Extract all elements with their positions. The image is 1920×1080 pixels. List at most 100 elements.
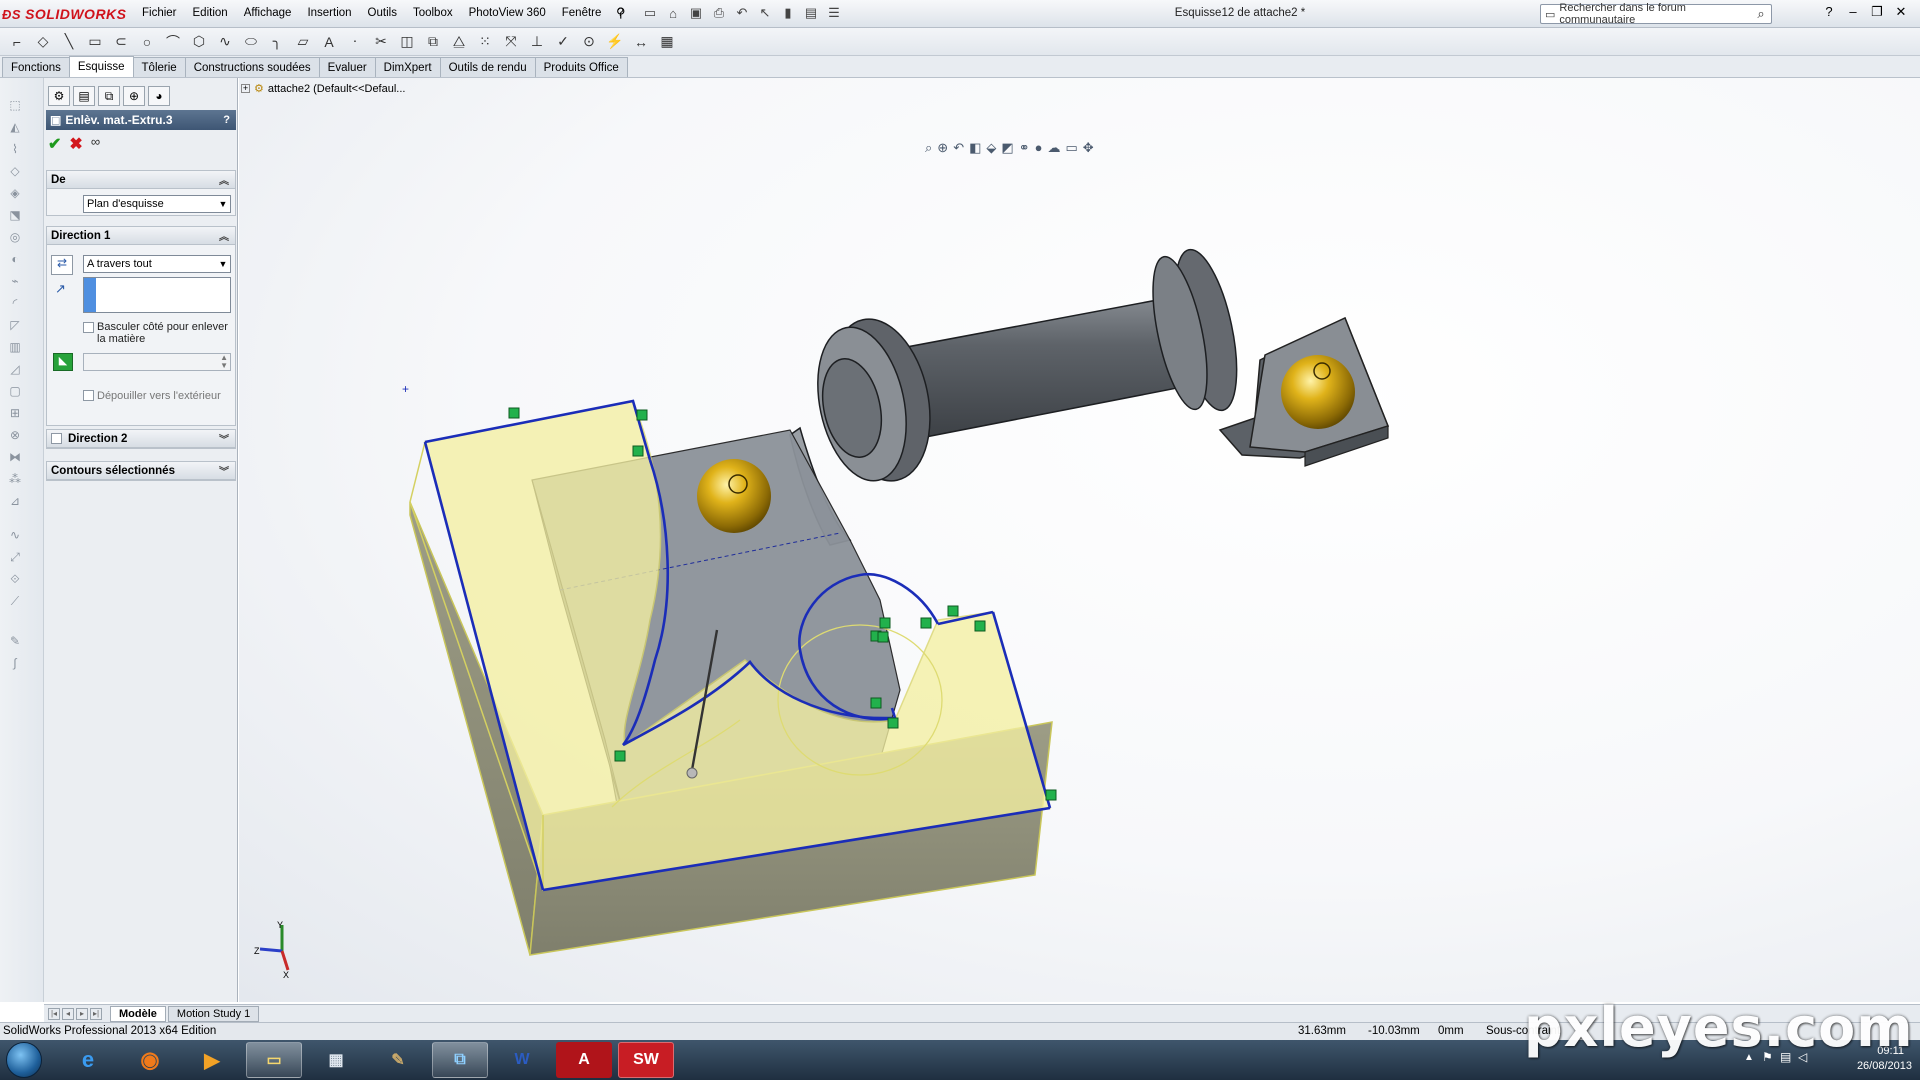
shell-icon[interactable]: ▢ — [6, 384, 24, 400]
offset-icon[interactable]: ⧉ — [422, 32, 444, 52]
sketch-icon[interactable]: ⌐ — [6, 32, 28, 52]
solidworks-taskbar-icon[interactable]: SW — [618, 1042, 674, 1078]
close-icon[interactable]: ✕ — [1892, 4, 1910, 20]
select-icon[interactable]: ↖ — [755, 4, 775, 22]
draft-angle-spinner[interactable]: ▲ ▼ — [83, 353, 231, 371]
split-line-icon[interactable]: ⟋ — [6, 594, 24, 610]
media-player-icon[interactable]: ▶ — [184, 1042, 240, 1078]
tab-motion-study[interactable]: Motion Study 1 — [167, 1005, 260, 1022]
ok-check-icon[interactable]: ✔ — [48, 134, 61, 154]
community-search-input[interactable]: ▭ Rechercher dans le forum communautaire… — [1540, 2, 1772, 26]
network-app-icon[interactable]: ⧉ — [432, 1042, 488, 1078]
pattern-icon[interactable]: ⁙ — [474, 32, 496, 52]
expand-chevron-icon[interactable]: ︾ — [219, 431, 229, 446]
tab-esquisse[interactable]: Esquisse — [68, 56, 134, 77]
revolved-cut-icon[interactable]: ◐ — [6, 252, 24, 268]
solidworks-logo[interactable]: ƉS SOLIDWORKS — [2, 3, 126, 25]
direction2-checkbox[interactable] — [51, 433, 62, 444]
from-group-header[interactable]: De ︽ — [47, 171, 235, 189]
spline-icon[interactable]: ∿ — [214, 32, 236, 52]
menu-fichier[interactable]: Fichier — [134, 5, 185, 21]
arc-icon[interactable]: ⌒ — [162, 32, 184, 52]
spline-tools-icon[interactable]: ∫ — [6, 656, 24, 672]
prev-tab-icon[interactable]: ◂ — [62, 1007, 74, 1020]
tab-outils-rendu[interactable]: Outils de rendu — [439, 57, 536, 77]
slot-icon[interactable]: ⊂ — [110, 32, 132, 52]
ellipse-icon[interactable]: ⬭ — [240, 32, 262, 52]
collapse-chevron-icon[interactable]: ︽ — [219, 228, 229, 243]
tab-modele[interactable]: Modèle — [110, 1005, 166, 1022]
save-icon[interactable]: ▣ — [686, 4, 706, 22]
spinner-arrows-icon[interactable]: ▲ ▼ — [220, 354, 228, 370]
rebuild-icon[interactable]: ▮ — [778, 4, 798, 22]
menu-toolbox[interactable]: Toolbox — [405, 5, 461, 21]
firefox-icon[interactable]: ◉ — [122, 1042, 178, 1078]
search-icon[interactable]: ⌕ — [1751, 6, 1771, 22]
expand-chevron-icon[interactable]: ︾ — [219, 463, 229, 478]
mirror-icon[interactable]: ⧋ — [448, 32, 470, 52]
rib-icon[interactable]: ▥ — [6, 340, 24, 356]
smart-dimension-icon[interactable]: ◇ — [32, 32, 54, 52]
convert-entities-icon[interactable]: ◫ — [396, 32, 418, 52]
model-viewport[interactable]: + — [239, 78, 1920, 1002]
plane-icon[interactable]: ▱ — [292, 32, 314, 52]
flip-side-checkbox[interactable] — [83, 322, 94, 333]
repair-sketch-icon[interactable]: ✓ — [552, 32, 574, 52]
display-manager-tab-icon[interactable]: ◕ — [148, 86, 170, 106]
end-condition-select[interactable]: A travers tout ▼ — [83, 255, 231, 273]
menu-fenetre[interactable]: Fenêtre — [554, 5, 610, 21]
move-entities-icon[interactable]: ⤧ — [500, 32, 522, 52]
file-properties-icon[interactable]: ▤ — [801, 4, 821, 22]
tab-dimxpert[interactable]: DimXpert — [374, 57, 441, 77]
property-manager-tab-icon[interactable]: ▤ — [73, 86, 95, 106]
sketch-tools-icon[interactable]: ✎ — [6, 634, 24, 650]
options-icon[interactable]: ☰ — [824, 4, 844, 22]
print-icon[interactable]: ⎙ — [709, 4, 729, 22]
start-condition-select[interactable]: Plan d'esquisse ▼ — [83, 195, 231, 213]
file-explorer-taskbar-icon[interactable]: ▭ — [246, 1042, 302, 1078]
hinge-pin[interactable] — [789, 244, 1248, 546]
sweep-icon[interactable]: ⌇ — [6, 142, 24, 158]
tab-tolerie[interactable]: Tôlerie — [132, 57, 186, 77]
direction1-group-header[interactable]: Direction 1 ︽ — [47, 227, 235, 245]
clock[interactable]: 09:11 26/08/2013 — [1857, 1045, 1912, 1072]
intersect-icon[interactable]: ⊗ — [6, 428, 24, 444]
fillet-icon[interactable]: ╮ — [266, 32, 288, 52]
tab-fonctions[interactable]: Fonctions — [2, 57, 70, 77]
revolve-boss-icon[interactable]: ◭ — [6, 120, 24, 136]
last-tab-icon[interactable]: ▸| — [90, 1007, 102, 1020]
fillet-feature-icon[interactable]: ◜ — [6, 296, 24, 312]
cancel-x-icon[interactable]: ✖ — [69, 134, 82, 154]
pm-help-button[interactable]: ? — [223, 114, 230, 126]
start-button-icon[interactable] — [6, 1042, 42, 1078]
feature-manager-tab-icon[interactable]: ⚙ — [48, 86, 70, 106]
shaded-contours-icon[interactable]: ▦ — [656, 32, 678, 52]
swept-cut-icon[interactable]: ⌁ — [6, 274, 24, 290]
mirror-feature-icon[interactable]: ⧓ — [6, 450, 24, 466]
chamfer-icon[interactable]: ◸ — [6, 318, 24, 334]
draft-icon[interactable]: ◣ — [53, 353, 73, 371]
point-icon[interactable]: ⋅ — [344, 32, 366, 52]
draft-icon[interactable]: ◿ — [6, 362, 24, 378]
word-icon[interactable]: W — [494, 1042, 550, 1078]
instant3d-icon[interactable]: ⤢ — [6, 550, 24, 566]
menu-affichage[interactable]: Affichage — [236, 5, 300, 21]
menu-insertion[interactable]: Insertion — [299, 5, 359, 21]
boundary-icon[interactable]: ◈ — [6, 186, 24, 202]
rectangle-icon[interactable]: ▭ — [84, 32, 106, 52]
tab-evaluer[interactable]: Evaluer — [318, 57, 376, 77]
undo-icon[interactable]: ↶ — [732, 4, 752, 22]
line-icon[interactable]: ╲ — [58, 32, 80, 52]
internet-explorer-icon[interactable]: e — [60, 1042, 116, 1078]
direction2-group-header[interactable]: Direction 2 ︾ — [47, 430, 235, 448]
polygon-icon[interactable]: ⬡ — [188, 32, 210, 52]
tab-constructions-soudees[interactable]: Constructions soudées — [184, 57, 320, 77]
tab-produits-office[interactable]: Produits Office — [534, 57, 628, 77]
display-relations-icon[interactable]: ⊥ — [526, 32, 548, 52]
open-icon[interactable]: ⌂ — [663, 4, 683, 22]
calculator-icon[interactable]: ▦ — [308, 1042, 364, 1078]
hinge-bracket[interactable] — [1218, 316, 1389, 467]
linear-pattern-icon[interactable]: ⁂ — [6, 472, 24, 488]
move-face-icon[interactable]: ⟐ — [6, 572, 24, 588]
extruded-cut-icon[interactable]: ⬔ — [6, 208, 24, 224]
